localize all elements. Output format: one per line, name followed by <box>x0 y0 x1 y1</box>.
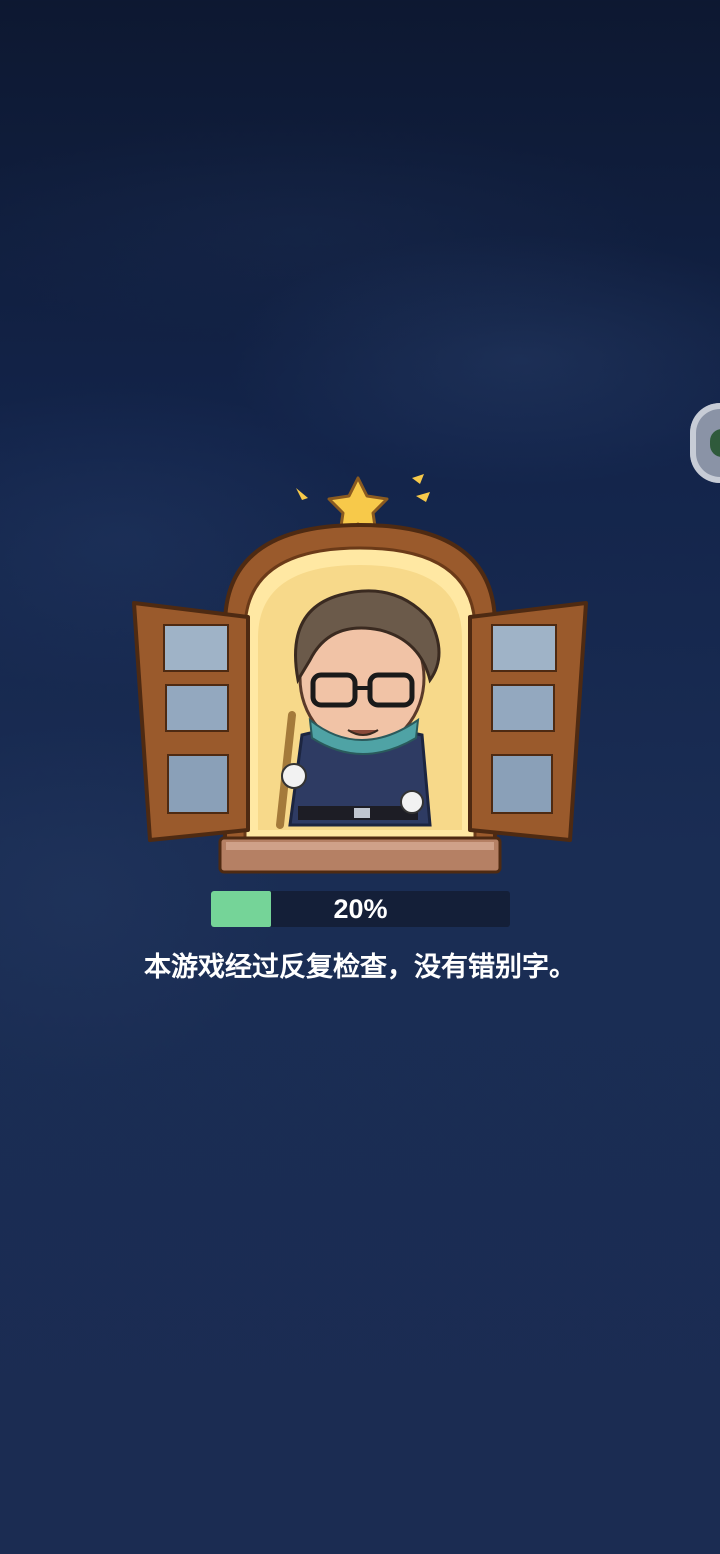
character-window-illustration <box>132 474 588 874</box>
loading-progress-bar: 20% <box>211 891 510 927</box>
progress-percent: 20% <box>333 894 388 924</box>
loading-tip: 本游戏经过反复检查，没有错别字。 <box>144 952 576 983</box>
toggle-indicator <box>710 429 720 457</box>
